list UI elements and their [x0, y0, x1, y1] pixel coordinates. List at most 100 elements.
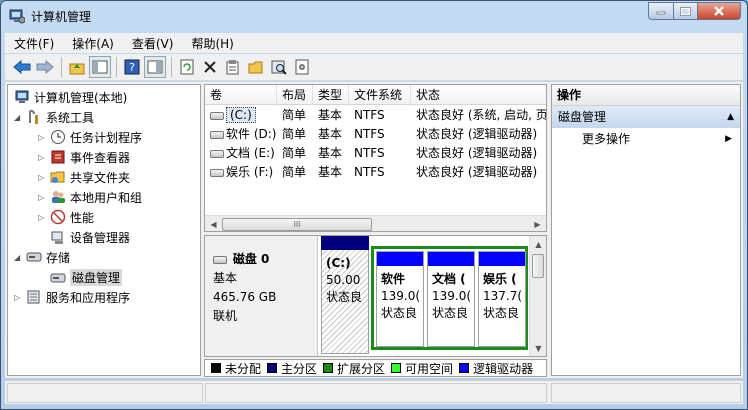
column-header-volume[interactable]: 卷	[205, 85, 277, 105]
tree-item-services[interactable]: ▷ 服务和应用程序	[14, 287, 130, 307]
expand-icon[interactable]: ▷	[38, 153, 47, 162]
properties-icon[interactable]	[222, 56, 244, 78]
volume-type: 基本	[318, 108, 343, 122]
tree-item-root[interactable]: 计算机管理(本地)	[14, 87, 127, 107]
volume-name: 软件 (D:)	[226, 127, 277, 141]
column-header-layout[interactable]: 布局	[277, 85, 313, 105]
column-header-status[interactable]: 状态	[411, 85, 546, 105]
delete-icon[interactable]	[199, 56, 221, 78]
computer-management-window: 计算机管理 文件(F) 操作(A) 查看(V) 帮助(H) ? 计算机管理(本地…	[0, 0, 748, 410]
volume-type: 基本	[318, 127, 343, 141]
volume-filesystem: NTFS	[354, 165, 385, 179]
status-bar	[5, 380, 743, 404]
more-actions-label: 更多操作	[582, 132, 631, 146]
volume-row[interactable]: 娱乐 (F:) 简单 基本 NTFS 状态良好 (逻辑驱动器)	[205, 163, 546, 182]
toolbar-separator	[171, 57, 172, 77]
volume-row[interactable]: 文档 (E:) 简单 基本 NTFS 状态良好 (逻辑驱动器)	[205, 144, 546, 163]
partition-label: 文档 (	[432, 272, 466, 286]
panel-icon[interactable]	[144, 56, 166, 78]
search-disk-icon[interactable]	[268, 56, 290, 78]
tree-item-disk-management[interactable]: 磁盘管理	[50, 267, 123, 287]
window-title: 计算机管理	[31, 9, 92, 24]
maximize-button[interactable]	[674, 2, 698, 20]
menu-action[interactable]: 操作(A)	[63, 35, 123, 52]
partition-label: 软件	[381, 272, 406, 286]
legend-item: 逻辑驱动器	[459, 360, 533, 376]
expand-icon[interactable]: ▷	[38, 173, 47, 182]
partition-status: 状态良	[483, 306, 520, 320]
collapse-up-icon[interactable]: ▲	[727, 106, 734, 128]
status-bar-cell	[7, 383, 203, 403]
users-icon	[50, 189, 66, 205]
scrollbar-thumb[interactable]: III	[222, 218, 372, 231]
menu-help[interactable]: 帮助(H)	[182, 35, 242, 52]
help-icon[interactable]: ?	[121, 56, 143, 78]
scroll-right-icon[interactable]: ▶	[530, 217, 545, 231]
refresh-icon[interactable]	[176, 56, 198, 78]
expand-icon[interactable]: ▷	[38, 133, 47, 142]
scrollbar-thumb[interactable]	[532, 254, 544, 278]
tree-item-device-manager[interactable]: 设备管理器	[50, 227, 130, 247]
partition-d[interactable]: 软件 139.0( 状态良	[376, 251, 424, 347]
tree-item-event-viewer[interactable]: ▷ 事件查看器	[38, 147, 130, 167]
column-header-type[interactable]: 类型	[313, 85, 349, 105]
tree-item-storage[interactable]: ◢ 存储	[14, 247, 70, 267]
up-folder-icon[interactable]	[66, 56, 88, 78]
column-header-filesystem[interactable]: 文件系统	[349, 85, 411, 105]
volume-filesystem: NTFS	[354, 127, 385, 141]
close-button[interactable]	[698, 2, 741, 20]
scroll-left-icon[interactable]: ◀	[206, 217, 221, 231]
scroll-down-icon[interactable]: ▼	[531, 341, 546, 355]
tree-item-local-users[interactable]: ▷ 本地用户和组	[38, 187, 142, 207]
tree-item-system-tools[interactable]: ◢ 系统工具	[14, 107, 94, 127]
toolbar: ?	[5, 54, 743, 81]
collapse-icon[interactable]: ◢	[14, 253, 23, 262]
toolbar-separator	[116, 57, 117, 77]
open-icon[interactable]	[245, 56, 267, 78]
expand-icon[interactable]: ▷	[38, 193, 47, 202]
collapse-icon[interactable]: ◢	[14, 113, 23, 122]
more-actions-item[interactable]: 更多操作 ▶	[552, 128, 740, 150]
settings-icon[interactable]	[291, 56, 313, 78]
forward-icon[interactable]	[34, 56, 56, 78]
partition-f[interactable]: 娱乐 ( 137.7( 状态良	[478, 251, 526, 347]
disk-state: 联机	[213, 309, 238, 323]
tree-item-performance[interactable]: ▷ 性能	[38, 207, 94, 227]
disk-icon	[213, 255, 227, 264]
actions-section-disk-management[interactable]: 磁盘管理 ▲	[552, 106, 740, 128]
partition-label: (C:)	[326, 256, 351, 270]
volume-list: 卷 布局 类型 文件系统 状态 (C:) 简单 基本 NTFS 状态良好 (系统…	[204, 84, 547, 232]
primary-partition-bar	[321, 236, 369, 250]
partition-e[interactable]: 文档 ( 139.0( 状态良	[427, 251, 475, 347]
tree-item-task-scheduler[interactable]: ▷ 任务计划程序	[38, 127, 142, 147]
services-icon	[26, 289, 42, 305]
submenu-arrow-icon: ▶	[725, 134, 732, 144]
volume-row[interactable]: (C:) 简单 基本 NTFS 状态良好 (系统, 启动, 页	[205, 106, 547, 125]
event-viewer-icon	[50, 149, 66, 165]
disk-name: 磁盘 0	[232, 252, 270, 266]
vertical-scrollbar[interactable]: ▲ ▼	[529, 236, 546, 356]
drive-icon	[210, 149, 224, 158]
volume-layout: 简单	[282, 165, 307, 179]
partition-status: 状态良	[432, 306, 469, 320]
expand-icon[interactable]: ▷	[14, 293, 23, 302]
status-bar-cell	[551, 383, 741, 403]
volume-row[interactable]: 软件 (D:) 简单 基本 NTFS 状态良好 (逻辑驱动器)	[205, 125, 546, 144]
back-icon[interactable]	[11, 56, 33, 78]
horizontal-scrollbar[interactable]: ◀ III ▶	[205, 215, 546, 231]
disk-management-icon	[50, 269, 66, 285]
expand-icon[interactable]: ▷	[38, 213, 47, 222]
menu-view[interactable]: 查看(V)	[123, 35, 183, 52]
minimize-button[interactable]	[648, 2, 674, 20]
computer-icon	[14, 89, 30, 105]
disk-info[interactable]: 磁盘 0 基本 465.76 GB 联机	[205, 236, 318, 356]
tree-item-shared-folders[interactable]: ▷ 共享文件夹	[38, 167, 130, 187]
menu-bar: 文件(F) 操作(A) 查看(V) 帮助(H)	[5, 33, 743, 53]
logical-drive-bar	[377, 252, 423, 266]
partition-size: 137.7(	[483, 289, 523, 303]
volume-status: 状态良好 (系统, 启动, 页	[416, 108, 547, 122]
menu-file[interactable]: 文件(F)	[5, 35, 63, 52]
partition-c[interactable]: (C:) 50.00 状态良	[321, 236, 369, 356]
scroll-up-icon[interactable]: ▲	[531, 237, 546, 251]
show-tree-icon[interactable]	[89, 56, 111, 78]
